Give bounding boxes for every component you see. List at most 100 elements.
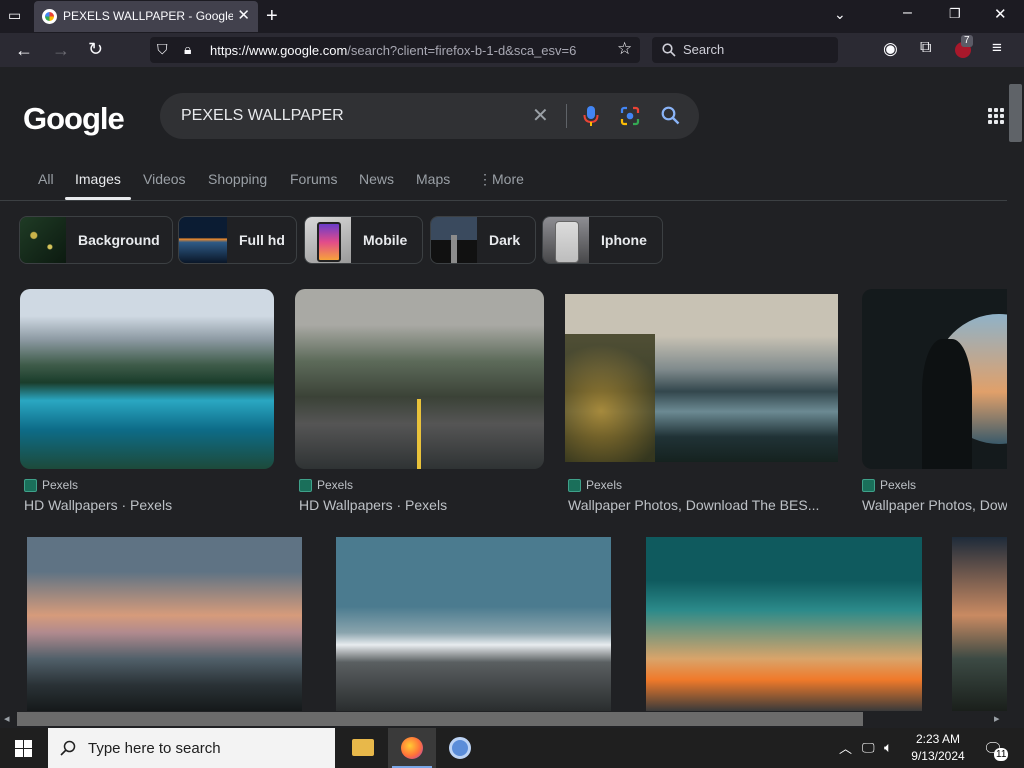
result-caption[interactable]: HD Wallpapers · Pexels <box>299 497 544 513</box>
chip-iphone[interactable]: Iphone <box>542 216 663 264</box>
google-apps-icon[interactable] <box>988 108 1004 124</box>
extensions-icon[interactable]: ⧉ <box>920 39 931 57</box>
pexels-favicon-icon <box>24 478 37 492</box>
account-icon[interactable]: ◉ <box>883 39 898 59</box>
tab-list-icon[interactable]: ▭ <box>8 7 21 24</box>
result-caption[interactable]: Wallpaper Photos, Dow <box>862 497 1007 513</box>
vertical-scrollbar[interactable] <box>1007 67 1024 711</box>
source-name: Pexels <box>317 478 354 492</box>
result-source[interactable]: Pexels <box>24 478 78 492</box>
taskbar-clock[interactable]: 2:23 AM 9/13/2024 <box>900 731 976 765</box>
extension-badge: 7 <box>961 35 973 47</box>
menu-icon[interactable]: ≡ <box>992 38 1002 58</box>
source-name: Pexels <box>42 478 79 492</box>
pexels-favicon-icon <box>299 478 312 492</box>
show-hidden-icons-icon[interactable]: ︿ <box>839 738 852 757</box>
more-dots-icon[interactable]: ⋮ <box>478 171 492 188</box>
lock-icon[interactable]: 🔒︎ <box>184 41 191 58</box>
browser-search-box[interactable]: Search <box>652 37 838 63</box>
browser-tab[interactable]: PEXELS WALLPAPER - Google Search ✕ <box>34 1 258 32</box>
clear-icon[interactable]: ✕ <box>532 103 549 128</box>
result-image-silhouette-sunset[interactable] <box>862 289 1007 469</box>
chip-background[interactable]: Background <box>19 216 173 264</box>
chip-dark[interactable]: Dark <box>430 216 536 264</box>
tab-all[interactable]: All <box>38 171 54 187</box>
chip-thumbnail <box>431 217 477 263</box>
search-icon <box>662 43 676 57</box>
chip-thumbnail <box>20 217 66 263</box>
chip-label: Background <box>78 232 160 248</box>
file-explorer-icon[interactable] <box>352 739 374 756</box>
google-favicon-icon <box>42 9 57 24</box>
minimize-icon[interactable]: – <box>903 4 912 22</box>
forward-icon[interactable]: → <box>52 40 70 61</box>
result-image-partial[interactable] <box>952 537 1007 711</box>
url-text[interactable]: https://www.google.com/search?client=fir… <box>210 43 608 58</box>
chip-mobile[interactable]: Mobile <box>304 216 423 264</box>
search-divider <box>566 104 567 128</box>
back-icon[interactable]: ← <box>15 40 33 61</box>
scroll-left-icon[interactable]: ◂ <box>4 712 10 725</box>
google-search-box[interactable]: PEXELS WALLPAPER ✕ <box>160 93 699 139</box>
search-query[interactable]: PEXELS WALLPAPER <box>181 107 344 125</box>
search-submit-icon[interactable] <box>661 106 680 125</box>
result-image-snowy-peak[interactable] <box>336 537 611 711</box>
taskbar-search-placeholder: Type here to search <box>88 740 221 757</box>
chip-label: Dark <box>489 232 521 248</box>
tab-maps[interactable]: Maps <box>416 171 450 187</box>
firefox-taskbar-item[interactable] <box>388 728 436 768</box>
tab-title: PEXELS WALLPAPER - Google Search <box>63 9 233 23</box>
result-image-mountain-lake-trees[interactable] <box>565 294 838 462</box>
result-image-sunset-hills[interactable] <box>27 537 302 711</box>
tab-more[interactable]: More <box>492 171 524 187</box>
google-logo[interactable]: Google <box>23 101 125 137</box>
chip-label: Mobile <box>363 232 408 248</box>
restore-icon[interactable]: ❐ <box>949 6 961 22</box>
close-window-icon[interactable]: ✕ <box>994 5 1007 23</box>
url-path: /search?client=firefox-b-1-d&sca_esv=6 <box>347 43 577 58</box>
tab-videos[interactable]: Videos <box>143 171 186 187</box>
result-caption[interactable]: Wallpaper Photos, Download The BES... <box>568 497 834 513</box>
horizontal-scroll-thumb[interactable] <box>17 712 863 726</box>
result-source[interactable]: Pexels <box>568 478 622 492</box>
scroll-right-icon[interactable]: ▸ <box>994 712 1000 725</box>
result-source[interactable]: Pexels <box>299 478 353 492</box>
close-tab-icon[interactable]: ✕ <box>237 6 250 24</box>
notification-badge: 11 <box>994 748 1009 761</box>
result-image-lake-mountains[interactable] <box>20 289 274 469</box>
search-placeholder: Search <box>683 42 725 57</box>
taskbar-search-box[interactable]: Type here to search <box>48 728 335 768</box>
url-host: https://www.google.com <box>210 43 348 58</box>
tab-images[interactable]: Images <box>75 171 121 187</box>
result-image-teal-orange-sky[interactable] <box>646 537 922 711</box>
lens-icon[interactable] <box>620 106 640 126</box>
result-image-forest-road[interactable] <box>295 289 544 469</box>
vertical-scroll-thumb[interactable] <box>1009 84 1022 142</box>
pexels-favicon-icon <box>568 478 581 492</box>
search-results-page: Google PEXELS WALLPAPER ✕ All Images Vid… <box>0 67 1007 711</box>
microphone-icon[interactable] <box>583 105 599 127</box>
shield-icon[interactable]: ⛉ <box>157 41 168 58</box>
clock-date: 9/13/2024 <box>911 749 965 763</box>
tab-shopping[interactable]: Shopping <box>208 171 267 187</box>
clock-time: 2:23 AM <box>915 732 961 746</box>
chip-label: Iphone <box>601 232 647 248</box>
network-icon[interactable]: 🖵︎ <box>862 740 875 756</box>
chip-thumbnail <box>305 217 351 263</box>
chevron-down-icon[interactable]: ⌄ <box>834 6 846 23</box>
tab-forums[interactable]: Forums <box>290 171 337 187</box>
new-tab-icon[interactable]: + <box>266 5 278 28</box>
reload-icon[interactable]: ↻ <box>88 39 103 60</box>
chrome-icon[interactable] <box>449 737 471 759</box>
tab-news[interactable]: News <box>359 171 394 187</box>
source-name: Pexels <box>586 478 623 492</box>
chip-label: Full hd <box>239 232 285 248</box>
bookmark-star-icon[interactable]: ☆ <box>617 39 632 59</box>
result-source[interactable]: Pexels <box>862 478 916 492</box>
source-name: Pexels <box>880 478 917 492</box>
volume-muted-icon[interactable]: 🔈︎ <box>884 739 892 756</box>
windows-start-icon[interactable] <box>15 740 32 757</box>
chip-full-hd[interactable]: Full hd <box>178 216 297 264</box>
nav-divider <box>0 200 1007 201</box>
result-caption[interactable]: HD Wallpapers · Pexels <box>24 497 274 513</box>
